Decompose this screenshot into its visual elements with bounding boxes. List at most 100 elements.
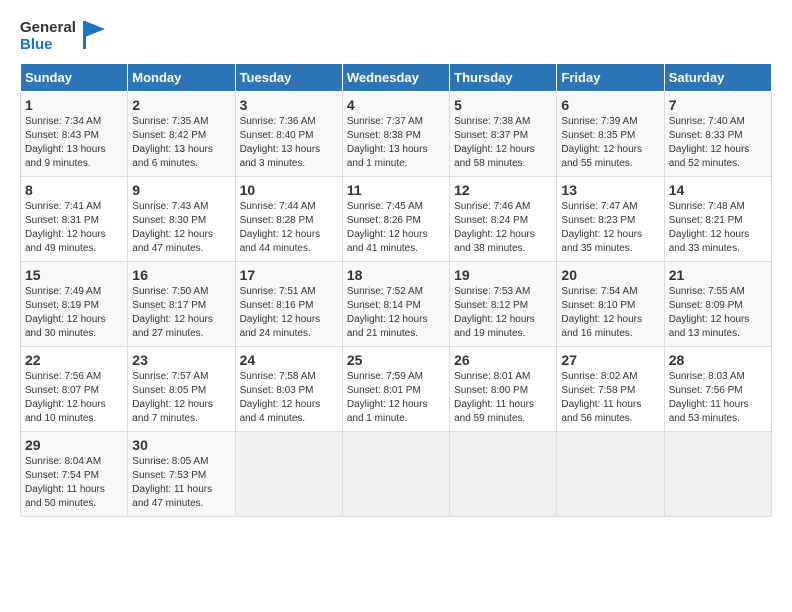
calendar-cell: 22 Sunrise: 7:56 AM Sunset: 8:07 PM Dayl…: [21, 347, 128, 432]
calendar-cell: 15 Sunrise: 7:49 AM Sunset: 8:19 PM Dayl…: [21, 262, 128, 347]
day-info: Sunrise: 8:04 AM Sunset: 7:54 PM Dayligh…: [25, 455, 123, 511]
day-info: Sunrise: 7:34 AM Sunset: 8:43 PM Dayligh…: [25, 115, 123, 171]
calendar-cell: 30 Sunrise: 8:05 AM Sunset: 7:53 PM Dayl…: [128, 432, 235, 517]
day-number: 19: [454, 267, 552, 283]
day-number: 1: [25, 97, 123, 113]
day-info: Sunrise: 7:51 AM Sunset: 8:16 PM Dayligh…: [240, 285, 338, 341]
day-info: Sunrise: 7:37 AM Sunset: 8:38 PM Dayligh…: [347, 115, 445, 171]
day-info: Sunrise: 8:03 AM Sunset: 7:56 PM Dayligh…: [669, 370, 767, 426]
logo-blue: Blue: [20, 37, 76, 54]
calendar-cell: [342, 432, 449, 517]
day-number: 11: [347, 182, 445, 198]
calendar-cell: 7 Sunrise: 7:40 AM Sunset: 8:33 PM Dayli…: [664, 92, 771, 177]
logo-general: General: [20, 20, 76, 37]
day-info: Sunrise: 7:43 AM Sunset: 8:30 PM Dayligh…: [132, 200, 230, 256]
day-info: Sunrise: 7:40 AM Sunset: 8:33 PM Dayligh…: [669, 115, 767, 171]
calendar-table: SundayMondayTuesdayWednesdayThursdayFrid…: [20, 63, 772, 517]
day-info: Sunrise: 7:48 AM Sunset: 8:21 PM Dayligh…: [669, 200, 767, 256]
day-info: Sunrise: 7:58 AM Sunset: 8:03 PM Dayligh…: [240, 370, 338, 426]
day-number: 27: [561, 352, 659, 368]
day-info: Sunrise: 7:57 AM Sunset: 8:05 PM Dayligh…: [132, 370, 230, 426]
day-info: Sunrise: 7:50 AM Sunset: 8:17 PM Dayligh…: [132, 285, 230, 341]
day-info: Sunrise: 7:44 AM Sunset: 8:28 PM Dayligh…: [240, 200, 338, 256]
calendar-cell: 2 Sunrise: 7:35 AM Sunset: 8:42 PM Dayli…: [128, 92, 235, 177]
weekday-header-saturday: Saturday: [664, 64, 771, 92]
day-number: 15: [25, 267, 123, 283]
calendar-cell: [450, 432, 557, 517]
calendar-cell: 23 Sunrise: 7:57 AM Sunset: 8:05 PM Dayl…: [128, 347, 235, 432]
calendar-cell: 26 Sunrise: 8:01 AM Sunset: 8:00 PM Dayl…: [450, 347, 557, 432]
day-number: 7: [669, 97, 767, 113]
logo: General Blue: [20, 20, 105, 53]
day-info: Sunrise: 8:02 AM Sunset: 7:58 PM Dayligh…: [561, 370, 659, 426]
day-info: Sunrise: 7:39 AM Sunset: 8:35 PM Dayligh…: [561, 115, 659, 171]
page-header: General Blue: [20, 20, 772, 53]
weekday-header-monday: Monday: [128, 64, 235, 92]
day-info: Sunrise: 8:01 AM Sunset: 8:00 PM Dayligh…: [454, 370, 552, 426]
weekday-header-thursday: Thursday: [450, 64, 557, 92]
day-info: Sunrise: 7:45 AM Sunset: 8:26 PM Dayligh…: [347, 200, 445, 256]
day-info: Sunrise: 7:52 AM Sunset: 8:14 PM Dayligh…: [347, 285, 445, 341]
calendar-cell: 6 Sunrise: 7:39 AM Sunset: 8:35 PM Dayli…: [557, 92, 664, 177]
calendar-cell: 27 Sunrise: 8:02 AM Sunset: 7:58 PM Dayl…: [557, 347, 664, 432]
day-number: 5: [454, 97, 552, 113]
calendar-cell: 19 Sunrise: 7:53 AM Sunset: 8:12 PM Dayl…: [450, 262, 557, 347]
day-number: 21: [669, 267, 767, 283]
calendar-cell: 9 Sunrise: 7:43 AM Sunset: 8:30 PM Dayli…: [128, 177, 235, 262]
day-number: 13: [561, 182, 659, 198]
day-info: Sunrise: 8:05 AM Sunset: 7:53 PM Dayligh…: [132, 455, 230, 511]
calendar-cell: 3 Sunrise: 7:36 AM Sunset: 8:40 PM Dayli…: [235, 92, 342, 177]
weekday-header-tuesday: Tuesday: [235, 64, 342, 92]
day-number: 8: [25, 182, 123, 198]
calendar-week-row: 29 Sunrise: 8:04 AM Sunset: 7:54 PM Dayl…: [21, 432, 772, 517]
calendar-week-row: 1 Sunrise: 7:34 AM Sunset: 8:43 PM Dayli…: [21, 92, 772, 177]
calendar-week-row: 22 Sunrise: 7:56 AM Sunset: 8:07 PM Dayl…: [21, 347, 772, 432]
calendar-cell: 14 Sunrise: 7:48 AM Sunset: 8:21 PM Dayl…: [664, 177, 771, 262]
calendar-cell: 20 Sunrise: 7:54 AM Sunset: 8:10 PM Dayl…: [557, 262, 664, 347]
day-number: 12: [454, 182, 552, 198]
calendar-cell: 5 Sunrise: 7:38 AM Sunset: 8:37 PM Dayli…: [450, 92, 557, 177]
day-number: 17: [240, 267, 338, 283]
calendar-cell: 11 Sunrise: 7:45 AM Sunset: 8:26 PM Dayl…: [342, 177, 449, 262]
calendar-cell: 10 Sunrise: 7:44 AM Sunset: 8:28 PM Dayl…: [235, 177, 342, 262]
day-info: Sunrise: 7:38 AM Sunset: 8:37 PM Dayligh…: [454, 115, 552, 171]
day-number: 23: [132, 352, 230, 368]
day-info: Sunrise: 7:54 AM Sunset: 8:10 PM Dayligh…: [561, 285, 659, 341]
calendar-cell: [557, 432, 664, 517]
calendar-cell: 1 Sunrise: 7:34 AM Sunset: 8:43 PM Dayli…: [21, 92, 128, 177]
day-number: 22: [25, 352, 123, 368]
day-number: 30: [132, 437, 230, 453]
day-info: Sunrise: 7:53 AM Sunset: 8:12 PM Dayligh…: [454, 285, 552, 341]
calendar-cell: 25 Sunrise: 7:59 AM Sunset: 8:01 PM Dayl…: [342, 347, 449, 432]
day-number: 9: [132, 182, 230, 198]
day-number: 14: [669, 182, 767, 198]
weekday-header-friday: Friday: [557, 64, 664, 92]
day-number: 2: [132, 97, 230, 113]
day-number: 24: [240, 352, 338, 368]
day-info: Sunrise: 7:35 AM Sunset: 8:42 PM Dayligh…: [132, 115, 230, 171]
calendar-cell: 12 Sunrise: 7:46 AM Sunset: 8:24 PM Dayl…: [450, 177, 557, 262]
day-info: Sunrise: 7:46 AM Sunset: 8:24 PM Dayligh…: [454, 200, 552, 256]
day-number: 3: [240, 97, 338, 113]
weekday-header-sunday: Sunday: [21, 64, 128, 92]
calendar-cell: 24 Sunrise: 7:58 AM Sunset: 8:03 PM Dayl…: [235, 347, 342, 432]
day-number: 6: [561, 97, 659, 113]
day-info: Sunrise: 7:41 AM Sunset: 8:31 PM Dayligh…: [25, 200, 123, 256]
day-number: 10: [240, 182, 338, 198]
logo-flag-icon: [83, 21, 105, 49]
weekday-header-row: SundayMondayTuesdayWednesdayThursdayFrid…: [21, 64, 772, 92]
day-number: 4: [347, 97, 445, 113]
day-number: 29: [25, 437, 123, 453]
day-number: 18: [347, 267, 445, 283]
calendar-cell: [235, 432, 342, 517]
calendar-cell: 21 Sunrise: 7:55 AM Sunset: 8:09 PM Dayl…: [664, 262, 771, 347]
calendar-week-row: 15 Sunrise: 7:49 AM Sunset: 8:19 PM Dayl…: [21, 262, 772, 347]
calendar-cell: 16 Sunrise: 7:50 AM Sunset: 8:17 PM Dayl…: [128, 262, 235, 347]
day-number: 25: [347, 352, 445, 368]
day-info: Sunrise: 7:36 AM Sunset: 8:40 PM Dayligh…: [240, 115, 338, 171]
day-info: Sunrise: 7:47 AM Sunset: 8:23 PM Dayligh…: [561, 200, 659, 256]
calendar-cell: 29 Sunrise: 8:04 AM Sunset: 7:54 PM Dayl…: [21, 432, 128, 517]
day-info: Sunrise: 7:49 AM Sunset: 8:19 PM Dayligh…: [25, 285, 123, 341]
logo-container: General Blue: [20, 20, 76, 53]
calendar-cell: 4 Sunrise: 7:37 AM Sunset: 8:38 PM Dayli…: [342, 92, 449, 177]
